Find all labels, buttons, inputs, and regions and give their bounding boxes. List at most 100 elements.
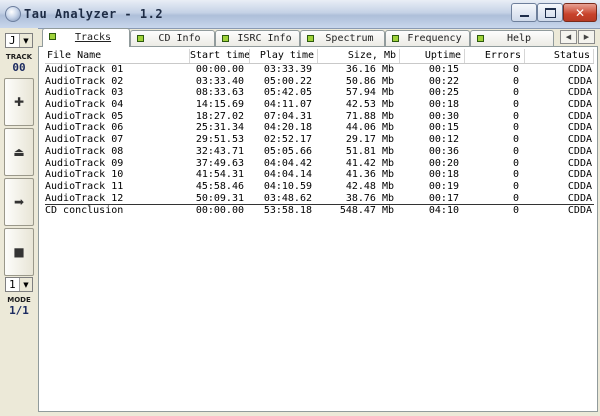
mode-dropdown[interactable]: 1 ▼ [5, 277, 33, 292]
led-icon [307, 35, 314, 42]
table-row[interactable]: AudioTrack 10 41:54.31 04:04.14 41.36 Mb 00:… [45, 169, 594, 181]
chevron-left-icon[interactable]: ◀ [560, 30, 577, 44]
table-cell: CDDA [567, 169, 592, 181]
tab-help[interactable]: Help [470, 30, 554, 46]
table-cell: 0 [512, 87, 519, 99]
summary-row[interactable]: CD conclusion 00:00.00 53:58.18 548.47 Mb 04… [45, 204, 594, 217]
table-cell: 04:11.07 [263, 99, 312, 111]
tab-frequency[interactable]: Frequency [385, 30, 470, 46]
led-icon [49, 33, 56, 40]
table-cell: 00:15 [428, 122, 459, 134]
table-cell: 41.36 Mb [345, 169, 394, 181]
table-cell: 00:12 [428, 134, 459, 146]
chevron-down-icon[interactable]: ▼ [19, 278, 32, 291]
chevron-right-icon[interactable]: ▶ [578, 30, 595, 44]
table-cell: 00:18 [428, 169, 459, 181]
chevron-down-icon[interactable]: ▼ [19, 34, 32, 47]
col-play-time[interactable]: Play time [250, 49, 318, 63]
tracks-table: File Name Start time Play time Size, Mb … [45, 49, 594, 217]
minimize-button[interactable] [511, 3, 537, 22]
table-cell: 38.76 Mb [345, 192, 394, 204]
stop-button[interactable]: ■ [4, 228, 34, 276]
table-row[interactable]: AudioTrack 12 50:09.31 03:48.62 38.76 Mb 00:… [45, 193, 594, 205]
table-cell: 0 [512, 110, 519, 122]
mode-label: MODE [7, 296, 31, 304]
table-row[interactable]: AudioTrack 01 00:00.00 03:33.39 36.16 Mb 00:… [45, 64, 594, 76]
track-dropdown[interactable]: J ▼ [5, 33, 33, 48]
play-button[interactable]: ✚ [4, 78, 34, 126]
col-file-name[interactable]: File Name [45, 49, 190, 63]
table-cell: 02:52.17 [263, 134, 312, 146]
table-cell: 0 [512, 157, 519, 169]
tab-spectrum[interactable]: Spectrum [300, 30, 385, 46]
tab-isrc-info[interactable]: ISRC Info [215, 30, 300, 46]
close-button[interactable]: ✕ [563, 3, 597, 22]
tab-scroll-buttons: ◀ ▶ [560, 30, 596, 44]
table-cell: 45:58.46 [195, 180, 244, 192]
table-cell: 03:33.40 [195, 75, 244, 87]
eject-icon: ⏏ [13, 145, 25, 159]
app-icon[interactable] [5, 6, 21, 22]
table-cell: 32:43.71 [195, 145, 244, 157]
col-errors[interactable]: Errors [465, 49, 525, 63]
table-row[interactable]: AudioTrack 09 37:49.63 04:04.42 41.42 Mb 00:… [45, 158, 594, 170]
table-cell: 51.81 Mb [345, 145, 394, 157]
table-cell: 00:36 [428, 145, 459, 157]
eject-button[interactable]: ⏏ [4, 128, 34, 176]
col-status[interactable]: Status [525, 49, 594, 63]
table-cell: 04:04.14 [263, 169, 312, 181]
col-start-time[interactable]: Start time [190, 49, 250, 63]
led-icon [392, 35, 399, 42]
table-row[interactable]: AudioTrack 04 14:15.69 04:11.07 42.53 Mb 00:… [45, 99, 594, 111]
stop-icon: ■ [13, 245, 25, 259]
table-row[interactable]: AudioTrack 07 29:51.53 02:52.17 29.17 Mb 00:… [45, 134, 594, 146]
table-cell: 41:54.31 [195, 169, 244, 181]
mode-value: 1/1 [9, 304, 29, 317]
table-row[interactable]: AudioTrack 02 03:33.40 05:00.22 50.86 Mb 00:… [45, 76, 594, 88]
table-cell: 00:22 [428, 75, 459, 87]
table-cell: 0 [512, 122, 519, 134]
table-cell: 42.53 Mb [345, 99, 394, 111]
next-button[interactable]: ➡ [4, 178, 34, 226]
table-row[interactable]: AudioTrack 03 08:33.63 05:42.05 57.94 Mb 00:… [45, 87, 594, 99]
table-row[interactable]: AudioTrack 06 25:31.34 04:20.18 44.06 Mb 00:… [45, 122, 594, 134]
table-cell: CDDA [567, 145, 592, 157]
table-cell: 53:58.18 [263, 205, 312, 217]
table-row[interactable]: AudioTrack 05 18:27.02 07:04.31 71.88 Mb 00:… [45, 111, 594, 123]
table-cell: 00:17 [428, 192, 459, 204]
table-row[interactable]: AudioTrack 11 45:58.46 04:10.59 42.48 Mb 00:… [45, 181, 594, 193]
table-cell: CD conclusion [45, 205, 124, 217]
col-size[interactable]: Size, Mb [318, 49, 400, 63]
table-row[interactable]: AudioTrack 08 32:43.71 05:05.66 51.81 Mb 00:… [45, 146, 594, 158]
table-cell: 07:04.31 [263, 110, 312, 122]
window-title: Tau Analyzer - 1.2 [24, 7, 164, 21]
table-cell: 0 [512, 75, 519, 87]
table-cell: AudioTrack 06 [45, 122, 124, 134]
table-cell: 41.42 Mb [345, 157, 394, 169]
table-cell: 50:09.31 [195, 192, 244, 204]
title-bar[interactable]: Tau Analyzer - 1.2 ✕ [0, 0, 600, 29]
table-cell: CDDA [567, 134, 592, 146]
maximize-button[interactable] [537, 3, 563, 22]
maximize-icon [544, 7, 556, 18]
table-cell: CDDA [567, 205, 592, 217]
table-cell: 29.17 Mb [345, 134, 394, 146]
app-window: Tau Analyzer - 1.2 ✕ J ▼ TRACK 00 ✚ ⏏ ➡ … [0, 0, 600, 416]
table-cell: 25:31.34 [195, 122, 244, 134]
table-cell: 00:25 [428, 87, 459, 99]
table-cell: CDDA [567, 122, 592, 134]
table-cell: 00:19 [428, 180, 459, 192]
table-cell: 0 [512, 192, 519, 204]
table-cell: 14:15.69 [195, 99, 244, 111]
table-cell: AudioTrack 10 [45, 169, 124, 181]
table-cell: 0 [512, 134, 519, 146]
table-cell: AudioTrack 01 [45, 64, 124, 75]
tab-cd-info[interactable]: CD Info [130, 30, 215, 46]
table-cell: CDDA [567, 110, 592, 122]
table-cell: 04:04.42 [263, 157, 312, 169]
table-cell: 0 [512, 145, 519, 157]
table-cell: 0 [512, 64, 519, 75]
table-cell: CDDA [567, 157, 592, 169]
tab-tracks[interactable]: Tracks [42, 28, 130, 47]
col-uptime[interactable]: Uptime [400, 49, 465, 63]
